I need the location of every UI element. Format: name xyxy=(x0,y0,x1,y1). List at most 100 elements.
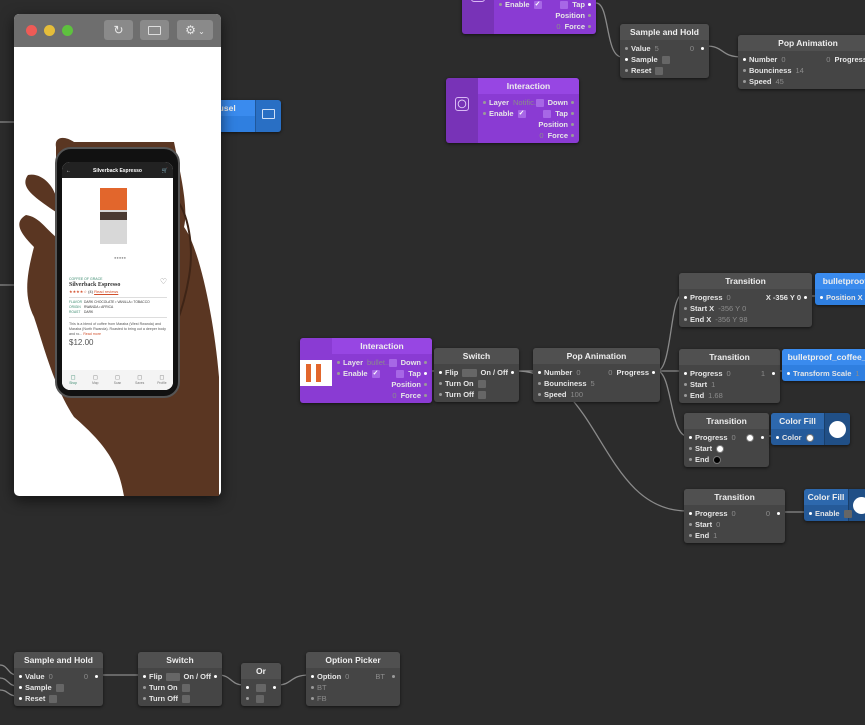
output-port[interactable]: 0 Force xyxy=(392,390,427,401)
port-dot[interactable] xyxy=(311,686,314,690)
port-dot[interactable] xyxy=(273,686,276,690)
port-dot[interactable] xyxy=(684,383,687,387)
port-dot[interactable] xyxy=(19,697,22,701)
port-dot[interactable] xyxy=(684,394,687,398)
checkbox[interactable] xyxy=(49,694,58,703)
input-port[interactable]: Enable ✓ xyxy=(499,0,542,10)
output-port[interactable] xyxy=(746,432,764,443)
port-dot[interactable] xyxy=(777,512,780,516)
port-value[interactable]: 0 xyxy=(727,369,731,378)
input-port[interactable]: Option 0 xyxy=(311,671,349,682)
checkbox[interactable]: ✓ xyxy=(371,369,380,378)
input-port[interactable]: Reset xyxy=(19,693,58,704)
port-value[interactable]: 0 xyxy=(732,509,736,518)
port-dot[interactable] xyxy=(143,686,146,690)
port-value[interactable]: 100 xyxy=(571,390,584,399)
port-value[interactable]: 1 xyxy=(855,369,859,378)
port-dot[interactable] xyxy=(424,361,427,365)
port-dot[interactable] xyxy=(483,101,486,105)
output-port[interactable]: Tap xyxy=(396,368,427,379)
port-value[interactable]: 0 xyxy=(716,520,720,529)
input-port[interactable]: Flip xyxy=(439,367,471,378)
port-value[interactable]: 0 xyxy=(732,433,736,442)
port-dot[interactable] xyxy=(689,436,692,440)
input-port[interactable]: Turn On xyxy=(143,682,190,693)
color-fill-1-node[interactable]: Color Fill Color xyxy=(771,413,850,445)
reviews-link[interactable]: Read reviews xyxy=(94,289,118,294)
port-dot[interactable] xyxy=(424,372,427,376)
port-dot[interactable] xyxy=(95,675,98,679)
port-dot[interactable] xyxy=(652,371,655,375)
input-port[interactable]: Position X xyxy=(820,292,863,303)
checkbox[interactable] xyxy=(181,683,190,692)
tab-saves[interactable]: ◻ Saves xyxy=(129,370,151,390)
port-dot[interactable] xyxy=(588,25,591,29)
read-more-link[interactable]: Read more xyxy=(83,332,101,336)
checkbox[interactable] xyxy=(388,358,397,367)
port-dot[interactable] xyxy=(214,675,217,679)
close-button[interactable] xyxy=(26,25,37,36)
input-port[interactable]: Turn Off xyxy=(439,389,487,400)
input-port[interactable]: End 1 xyxy=(689,530,717,541)
port-dot[interactable] xyxy=(689,534,692,538)
refresh-button[interactable]: ↻ xyxy=(104,20,133,40)
port-dot[interactable] xyxy=(392,675,395,679)
port-dot[interactable] xyxy=(538,382,541,386)
pop-animation-top-node[interactable]: Pop Animation Number 0 0 Progress Bounciness 1… xyxy=(738,35,865,89)
port-dot[interactable] xyxy=(439,382,442,386)
port-dot[interactable] xyxy=(787,372,790,376)
port-value[interactable]: 0 xyxy=(727,293,731,302)
port-value[interactable]: 0 xyxy=(781,55,785,64)
checkbox[interactable] xyxy=(535,98,544,107)
input-port[interactable]: Enable ✓ xyxy=(483,108,526,119)
port-value[interactable]: -356 Y 0 xyxy=(718,304,746,313)
port-dot[interactable] xyxy=(19,686,22,690)
color-well[interactable] xyxy=(805,433,814,442)
port-dot[interactable] xyxy=(246,686,249,690)
port-dot[interactable] xyxy=(143,697,146,701)
port-dot[interactable] xyxy=(684,296,687,300)
tab-scan[interactable]: ◻ Scan xyxy=(106,370,128,390)
input-port[interactable]: Number 0 xyxy=(538,367,581,378)
input-port[interactable]: Turn On xyxy=(439,378,486,389)
output-port[interactable]: Tap xyxy=(560,0,591,10)
pop-animation-2-node[interactable]: Pop Animation Number 0 0 Progress Bounciness 5… xyxy=(533,348,660,402)
port-dot[interactable] xyxy=(772,372,775,376)
port-dot[interactable] xyxy=(743,58,746,62)
port-dot[interactable] xyxy=(499,3,502,7)
tab-shop[interactable]: ◻ Shop xyxy=(62,370,84,390)
input-port[interactable]: Start X -356 Y 0 xyxy=(684,303,746,314)
output-port[interactable]: 0 xyxy=(84,671,98,682)
port-value[interactable]: 0 xyxy=(345,672,349,681)
bulletproof-layer-1-node[interactable]: bulletproof Position X xyxy=(815,273,865,305)
input-port[interactable]: Value 0 xyxy=(19,671,53,682)
cart-icon[interactable]: 🛒 xyxy=(162,162,168,180)
checkbox[interactable] xyxy=(171,672,180,681)
checkbox[interactable] xyxy=(396,369,405,378)
input-port[interactable]: Sample xyxy=(625,54,670,65)
output-port[interactable]: On / Off xyxy=(468,367,514,378)
output-port[interactable]: Down xyxy=(535,97,574,108)
input-port[interactable]: Start 0 xyxy=(689,519,720,530)
input-port[interactable]: Progress 0 xyxy=(689,432,736,443)
port-value[interactable]: 14 xyxy=(796,66,804,75)
port-dot[interactable] xyxy=(511,371,514,375)
port-dot[interactable] xyxy=(588,3,591,7)
checkbox[interactable] xyxy=(543,109,552,118)
checkbox[interactable] xyxy=(477,379,486,388)
switch-bottom-node[interactable]: Switch Flip On / Off Turn On Turn Off xyxy=(138,652,222,706)
carousel-dots[interactable]: ●●●●● xyxy=(114,255,126,260)
port-value[interactable]: 1 xyxy=(713,531,717,540)
port-value[interactable]: 45 xyxy=(776,77,784,86)
output-port[interactable]: 0 Progress xyxy=(608,367,655,378)
port-dot[interactable] xyxy=(761,436,764,440)
checkbox[interactable]: ✓ xyxy=(533,0,542,9)
switch-1-node[interactable]: Switch Flip On / Off Turn On Turn Off xyxy=(434,348,519,402)
checkbox[interactable] xyxy=(258,683,266,692)
input-port[interactable]: End 1.68 xyxy=(684,390,723,401)
port-value[interactable]: 1 xyxy=(711,380,715,389)
zoom-button[interactable] xyxy=(62,25,73,36)
input-port[interactable]: Layer bullet... xyxy=(337,357,391,368)
color-well[interactable] xyxy=(716,444,725,453)
output-port[interactable]: Position xyxy=(538,119,574,130)
